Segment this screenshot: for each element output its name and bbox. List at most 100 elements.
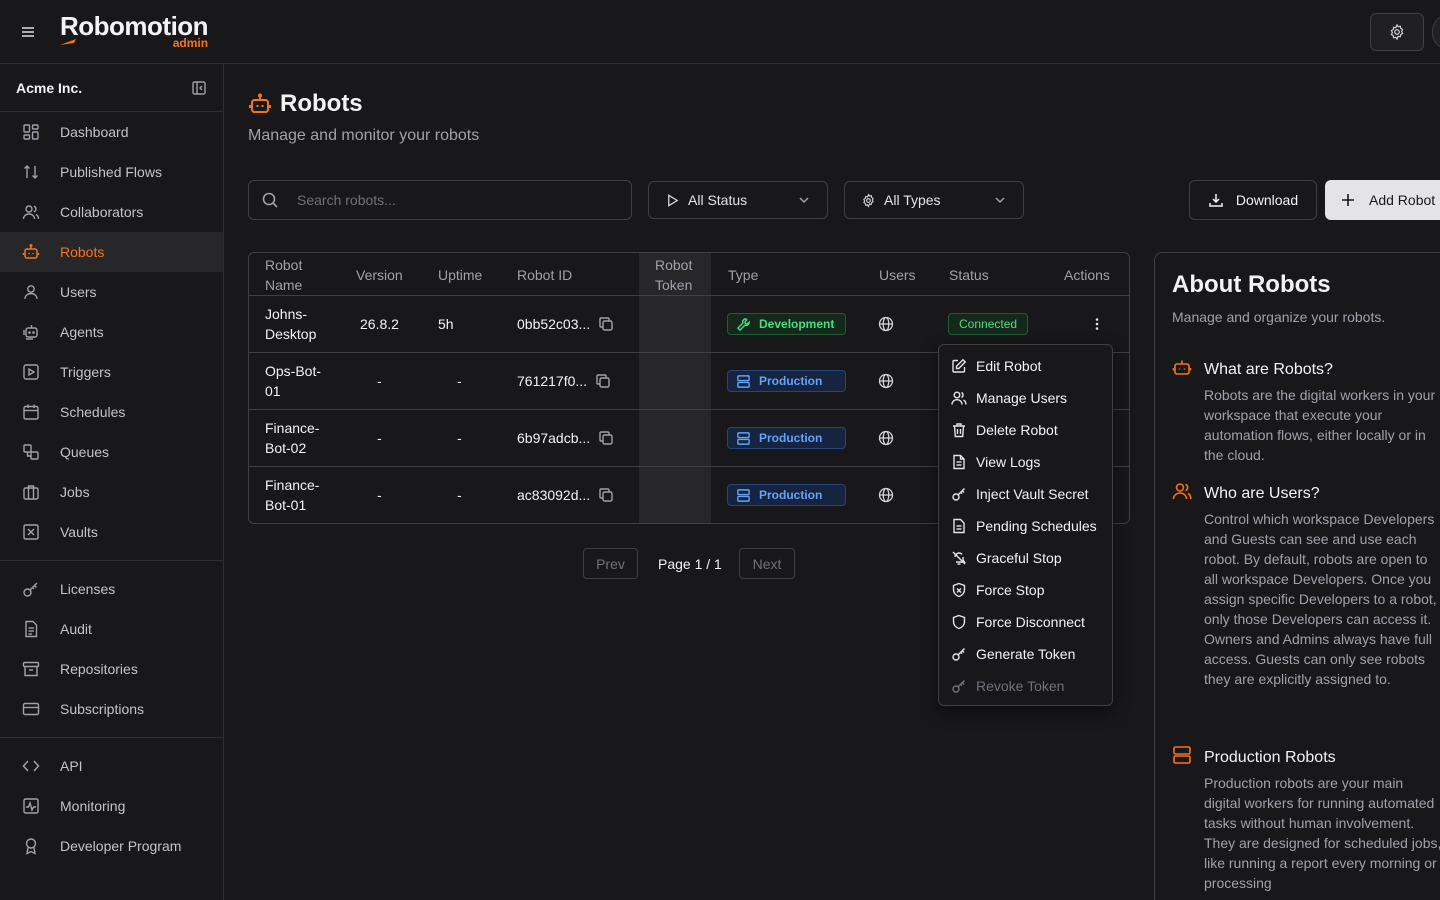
sidebar-item-dashboard[interactable]: Dashboard	[0, 112, 223, 152]
menu-item-graceful-stop[interactable]: Graceful Stop	[939, 542, 1112, 574]
type-label: Production	[759, 374, 823, 388]
key-icon	[23, 582, 38, 597]
sidebar-collapse-icon[interactable]	[191, 80, 207, 96]
menu-item-inject-vault-secret[interactable]: Inject Vault Secret	[939, 478, 1112, 510]
logo[interactable]: Robomotion admin	[60, 12, 209, 50]
menu-item-view-logs[interactable]: View Logs	[939, 446, 1112, 478]
menu-item-label: Revoke Token	[976, 678, 1065, 694]
code-icon	[22, 760, 40, 772]
key-icon	[952, 680, 965, 693]
about-section-body: Robots are the digital workers in your w…	[1204, 387, 1436, 463]
org-switcher[interactable]: Acme Inc.	[0, 64, 223, 112]
column-header-name[interactable]: Robot Name	[265, 253, 335, 296]
users-cell	[878, 467, 894, 523]
robot-id-cell: 0bb52c03...	[517, 296, 614, 352]
search-input[interactable]	[297, 192, 597, 208]
add-robot-button[interactable]: Add Robot	[1325, 180, 1440, 220]
sidebar-item-queues[interactable]: Queues	[0, 432, 223, 472]
type-cell: Production	[727, 467, 846, 523]
users-icon	[1172, 483, 1192, 500]
copy-icon[interactable]	[598, 430, 614, 446]
sidebar-item-monitoring[interactable]: Monitoring	[0, 786, 223, 826]
sidebar-item-audit[interactable]: Audit	[0, 609, 223, 649]
menu-item-edit-robot[interactable]: Edit Robot	[939, 350, 1112, 382]
type-filter-select[interactable]: All Types	[844, 181, 1024, 219]
column-header-status[interactable]: Status	[949, 253, 989, 296]
agent-icon	[23, 325, 38, 340]
globe-icon[interactable]	[878, 316, 894, 332]
menu-item-force-stop[interactable]: Force Stop	[939, 574, 1112, 606]
sidebar-item-subscriptions[interactable]: Subscriptions	[0, 689, 223, 729]
sidebar-item-vaults[interactable]: Vaults	[0, 512, 223, 552]
menu-icon[interactable]	[18, 22, 38, 42]
sidebar-item-users[interactable]: Users	[0, 272, 223, 312]
sidebar-item-label: Robots	[60, 244, 105, 260]
column-header-robot-id[interactable]: Robot ID	[517, 253, 572, 296]
sidebar-item-repositories[interactable]: Repositories	[0, 649, 223, 689]
page-title-text: Robots	[280, 90, 363, 117]
copy-icon[interactable]	[595, 373, 611, 389]
next-page-button[interactable]: Next	[739, 548, 795, 579]
robot-version: 26.8.2	[360, 316, 399, 332]
vault-icon	[23, 524, 39, 540]
globe-icon[interactable]	[878, 373, 894, 389]
sidebar-item-robots[interactable]: Robots	[0, 232, 223, 272]
avatar[interactable]	[1432, 13, 1440, 51]
trigger-icon	[23, 364, 39, 380]
type-badge-production: Production	[727, 427, 846, 449]
menu-item-pending-schedules[interactable]: Pending Schedules	[939, 510, 1112, 542]
type-badge-production: Production	[727, 370, 846, 392]
search-icon	[262, 192, 278, 208]
key-icon	[952, 488, 965, 501]
robot-uptime: -	[457, 430, 462, 446]
sidebar-item-label: Vaults	[60, 524, 98, 540]
copy-icon[interactable]	[598, 487, 614, 503]
play-icon	[668, 193, 679, 207]
menu-item-delete-robot[interactable]: Delete Robot	[939, 414, 1112, 446]
robot-name: Johns-Desktop	[265, 306, 317, 342]
column-header-token[interactable]: Robot Token	[655, 253, 705, 296]
robot-version: -	[377, 373, 382, 389]
sidebar-item-collaborators[interactable]: Collaborators	[0, 192, 223, 232]
menu-item-force-disconnect[interactable]: Force Disconnect	[939, 606, 1112, 638]
sidebar-item-triggers[interactable]: Triggers	[0, 352, 223, 392]
robot-id: 0bb52c03...	[517, 316, 591, 332]
sidebar-item-api[interactable]: API	[0, 746, 223, 786]
prev-page-button[interactable]: Prev	[583, 548, 638, 579]
robot-name: Finance-Bot-02	[265, 420, 320, 456]
page-title: Robots	[248, 90, 363, 118]
globe-icon[interactable]	[878, 430, 894, 446]
about-section-robots: What are Robots? Robots are the digital …	[1172, 360, 1440, 465]
menu-item-label: Delete Robot	[976, 422, 1058, 438]
type-badge-development: Development	[727, 313, 846, 335]
column-header-type[interactable]: Type	[728, 253, 758, 296]
column-header-users[interactable]: Users	[879, 253, 916, 296]
sidebar-item-jobs[interactable]: Jobs	[0, 472, 223, 512]
about-section-users: Who are Users? Control which workspace D…	[1172, 483, 1440, 689]
globe-icon[interactable]	[878, 487, 894, 503]
column-header-version[interactable]: Version	[356, 253, 403, 296]
more-vertical-icon[interactable]	[1089, 316, 1105, 332]
column-header-uptime[interactable]: Uptime	[438, 253, 482, 296]
search-box[interactable]	[248, 180, 632, 220]
robot-name: Ops-Bot-01	[265, 363, 322, 399]
award-icon	[25, 838, 37, 855]
sidebar-item-agents[interactable]: Agents	[0, 312, 223, 352]
menu-item-label: Inject Vault Secret	[976, 486, 1089, 502]
menu-item-manage-users[interactable]: Manage Users	[939, 382, 1112, 414]
sidebar-item-licenses[interactable]: Licenses	[0, 569, 223, 609]
sidebar-item-label: Licenses	[60, 581, 116, 597]
nav-group-dev: API Monitoring Developer Program	[0, 746, 223, 866]
download-button[interactable]: Download	[1189, 180, 1317, 220]
status-filter-select[interactable]: All Status	[648, 181, 828, 219]
type-cell: Development	[727, 296, 846, 352]
menu-item-generate-token[interactable]: Generate Token	[939, 638, 1112, 670]
briefcase-icon	[23, 485, 39, 500]
sidebar-item-schedules[interactable]: Schedules	[0, 392, 223, 432]
settings-button[interactable]	[1370, 13, 1424, 51]
copy-icon[interactable]	[598, 316, 614, 332]
server-icon	[737, 431, 750, 445]
file-icon	[953, 518, 965, 534]
sidebar-item-developer-program[interactable]: Developer Program	[0, 826, 223, 866]
sidebar-item-published-flows[interactable]: Published Flows	[0, 152, 223, 192]
